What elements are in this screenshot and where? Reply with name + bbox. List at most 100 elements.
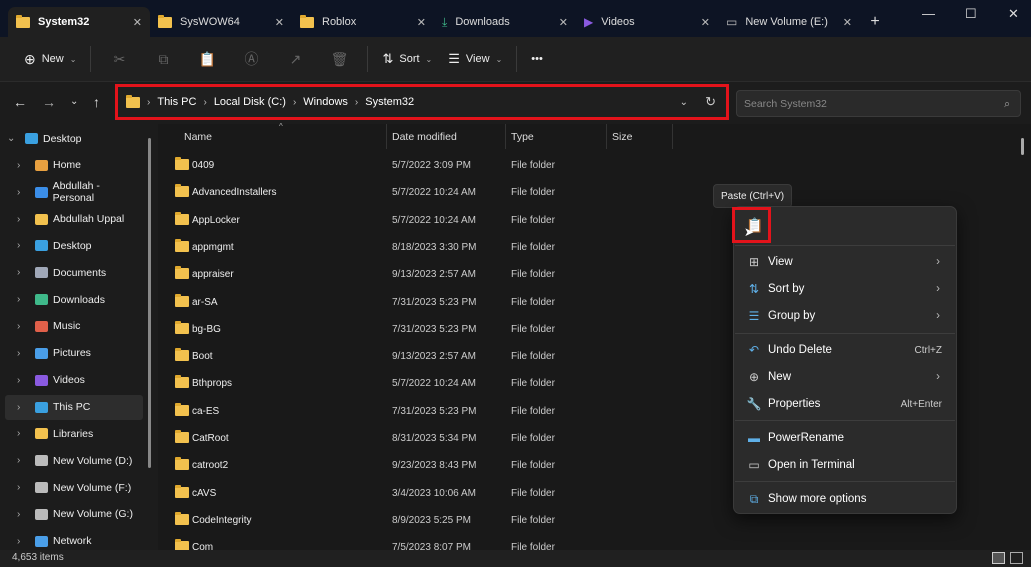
sidebar-item-pictures[interactable]: › Pictures [5, 341, 143, 366]
sidebar-item-music[interactable]: › Music [5, 314, 143, 339]
file-type: File folder [511, 323, 555, 335]
chevron-right-icon[interactable]: › [17, 348, 31, 359]
sort-button[interactable]: ⇅ Sort ⌄ [376, 44, 438, 74]
details-view-button[interactable] [992, 552, 1005, 564]
sidebar-item-home[interactable]: › Home [5, 153, 143, 178]
menu-item-show-more-options[interactable]: ⧉ Show more options [740, 486, 950, 512]
menu-item-group-by[interactable]: ☰ Group by › [740, 303, 950, 329]
menu-item-new[interactable]: ⊕ New › [740, 364, 950, 390]
copy-button[interactable]: ⧉ [143, 44, 183, 74]
menu-item-view[interactable]: ⊞ View › [740, 249, 950, 275]
paste-button[interactable]: 📋 [187, 44, 227, 74]
breadcrumb-chevron-icon[interactable]: › [293, 97, 296, 108]
table-row[interactable]: AdvancedInstallers 5/7/2022 10:24 AM File … [168, 179, 1008, 205]
maximize-button[interactable]: ☐ [965, 6, 977, 22]
close-window-button[interactable]: ✕ [1008, 6, 1019, 22]
breadcrumb-chevron-icon[interactable]: › [203, 97, 206, 108]
close-tab-icon[interactable]: ✕ [275, 16, 284, 29]
recent-locations-button[interactable]: ⌄ [70, 96, 78, 107]
cut-button[interactable]: ✂ [99, 44, 139, 74]
sidebar-item-new-volume-f-[interactable]: › New Volume (F:) [5, 475, 143, 500]
refresh-button[interactable]: ↻ [705, 94, 716, 110]
sidebar-item-downloads[interactable]: › Downloads [5, 287, 143, 312]
breadcrumb-local-disk-c-[interactable]: Local Disk (C:) [214, 96, 286, 108]
tab-downloads[interactable]: ⤓ Downloads ✕ [434, 7, 576, 37]
sidebar-item-abdullah-uppal[interactable]: › Abdullah Uppal [5, 207, 143, 232]
menu-item-properties[interactable]: 🔧 Properties Alt+Enter [740, 391, 950, 417]
tab-new-volume-e-[interactable]: ▭ New Volume (E:) ✕ [718, 7, 860, 37]
minimize-button[interactable]: — [922, 6, 935, 21]
up-button[interactable]: ↑ [93, 94, 100, 110]
close-tab-icon[interactable]: ✕ [559, 16, 568, 29]
more-options-button[interactable]: ••• [525, 44, 549, 74]
sidebar-item-libraries[interactable]: › Libraries [5, 421, 143, 446]
close-tab-icon[interactable]: ✕ [843, 16, 852, 29]
file-name: AppLocker [192, 214, 240, 226]
column-divider[interactable] [505, 124, 506, 149]
menu-item-sort-by[interactable]: ⇅ Sort by › [740, 276, 950, 302]
close-tab-icon[interactable]: ✕ [133, 16, 142, 29]
sidebar-item-new-volume-g-[interactable]: › New Volume (G:) [5, 502, 143, 527]
sidebar-item-new-volume-d-[interactable]: › New Volume (D:) [5, 448, 143, 473]
tab-roblox[interactable]: Roblox ✕ [292, 7, 434, 37]
tab-syswow64[interactable]: SysWOW64 ✕ [150, 7, 292, 37]
address-history-chevron[interactable]: ⌄ [680, 97, 688, 108]
chevron-right-icon[interactable]: › [17, 509, 31, 520]
back-button[interactable]: ← [13, 94, 27, 110]
search-input[interactable]: Search System32 ⌕ [736, 90, 1021, 117]
chevron-right-icon[interactable]: › [17, 321, 31, 332]
share-button[interactable]: ↗ [275, 44, 315, 74]
breadcrumb-windows[interactable]: Windows [303, 96, 348, 108]
sidebar-scrollbar[interactable] [148, 138, 151, 468]
new-tab-button[interactable]: + [860, 7, 890, 37]
chevron-right-icon[interactable]: › [17, 240, 31, 251]
column-divider[interactable] [606, 124, 607, 149]
chevron-right-icon[interactable]: › [17, 455, 31, 466]
tab-system32[interactable]: System32 ✕ [8, 7, 150, 37]
table-row[interactable]: 0409 5/7/2022 3:09 PM File folder [168, 152, 1008, 178]
column-divider[interactable] [672, 124, 673, 149]
sidebar-item-desktop[interactable]: ⌄ Desktop [5, 126, 143, 151]
new-button[interactable]: ⊕ New ⌄ [18, 44, 82, 74]
chevron-right-icon[interactable]: › [17, 214, 31, 225]
menu-item-powerrename[interactable]: ▬ PowerRename [740, 425, 950, 451]
close-tab-icon[interactable]: ✕ [701, 16, 710, 29]
menu-item-undo-delete[interactable]: ↶ Undo Delete Ctrl+Z [740, 337, 950, 363]
sidebar-item-documents[interactable]: › Documents [5, 260, 143, 285]
file-date: 5/7/2022 10:24 AM [392, 378, 476, 390]
chevron-right-icon[interactable]: › [17, 536, 31, 547]
sidebar-item-videos[interactable]: › Videos [5, 368, 143, 393]
chevron-right-icon[interactable]: › [17, 428, 31, 439]
breadcrumb-chevron-icon[interactable]: › [355, 97, 358, 108]
chevron-right-icon[interactable]: › [17, 402, 31, 413]
breadcrumb-system32[interactable]: System32 [365, 96, 414, 108]
close-tab-icon[interactable]: ✕ [417, 16, 426, 29]
chevron-right-icon[interactable]: › [17, 187, 31, 198]
breadcrumb-this-pc[interactable]: This PC [157, 96, 196, 108]
chevron-down-icon[interactable]: ⌄ [7, 133, 21, 144]
tab-videos[interactable]: ▶ Videos ✕ [576, 7, 718, 37]
chevron-right-icon[interactable]: › [17, 375, 31, 386]
delete-button[interactable]: 🗑 [319, 44, 359, 74]
column-header-type[interactable]: Type [511, 124, 534, 149]
column-header-size[interactable]: Size [612, 124, 632, 149]
chevron-right-icon[interactable]: › [17, 267, 31, 278]
view-button[interactable]: ☰ View ⌄ [442, 44, 508, 74]
column-divider[interactable] [386, 124, 387, 149]
chevron-right-icon[interactable]: › [17, 294, 31, 305]
file-list-scrollbar[interactable] [1021, 138, 1024, 155]
powerrename-icon: ▬ [748, 431, 760, 445]
sidebar-item-this-pc[interactable]: › This PC [5, 394, 143, 420]
column-header-date[interactable]: Date modified [392, 124, 457, 149]
address-bar[interactable]: ⌄ ↻ › This PC › Local Disk (C:) › Windows › Sys… [115, 84, 729, 120]
breadcrumb-chevron-icon[interactable]: › [147, 97, 150, 108]
rename-button[interactable]: Ⓐ [231, 44, 271, 74]
sidebar-item-abdullah-personal[interactable]: › Abdullah - Personal [5, 180, 143, 205]
chevron-right-icon[interactable]: › [17, 482, 31, 493]
forward-button[interactable]: → [42, 94, 56, 110]
tiles-view-button[interactable] [1010, 552, 1023, 564]
column-header-name[interactable]: Name [184, 124, 212, 149]
chevron-right-icon[interactable]: › [17, 160, 31, 171]
sidebar-item-desktop[interactable]: › Desktop [5, 233, 143, 258]
menu-item-open-in-terminal[interactable]: ▭ Open in Terminal [740, 452, 950, 478]
